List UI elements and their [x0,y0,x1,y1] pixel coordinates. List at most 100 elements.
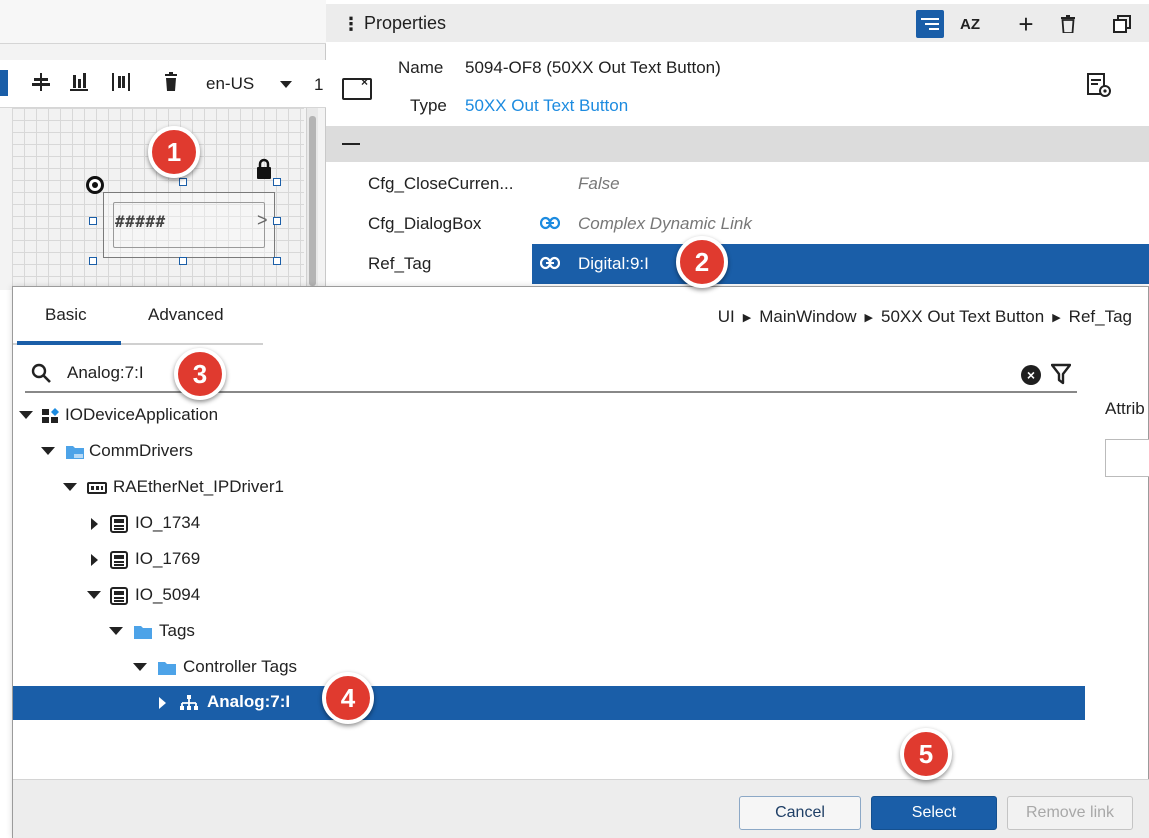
resize-handle[interactable] [179,178,187,186]
canvas-scrollbar[interactable] [306,108,318,290]
align-center-horizontal-icon[interactable] [30,71,52,93]
type-label: Type [410,96,447,115]
text-button-type-icon [342,75,372,100]
tree-node[interactable]: IODeviceApplication [13,399,1085,433]
filter-properties-button[interactable] [916,10,944,38]
collapse-icon[interactable] [342,143,360,145]
canvas-toolbar: en-US 1 [0,60,326,108]
tree-node[interactable]: Controller Tags [13,651,1085,685]
tree-node-selected[interactable]: Analog:7:I [13,686,1085,720]
add-button[interactable]: + [1012,8,1040,39]
device-icon [110,551,128,569]
chevron-down-icon [280,81,292,88]
resize-handle[interactable] [273,257,281,265]
breadcrumb-item[interactable]: Ref_Tag [1069,307,1132,327]
clear-search-icon[interactable]: × [1021,365,1041,385]
name-value[interactable]: 5094-OF8 (50XX Out Text Button) [465,58,721,78]
resize-handle[interactable] [179,257,187,265]
tab-advanced[interactable]: Advanced [148,305,224,325]
tree-node[interactable]: IO_1769 [13,543,1085,577]
expanded-caret-icon[interactable] [19,411,33,419]
attributes-input[interactable] [1105,439,1149,477]
callout-badge-1: 1 [148,126,200,178]
language-select-value: en-US [206,74,255,93]
resize-handle[interactable] [89,257,97,265]
toolbar-accent [0,70,8,96]
type-link[interactable]: 50XX Out Text Button [465,96,628,116]
tree-node-label: Tags [159,621,195,640]
delete-button[interactable] [1054,10,1082,38]
callout-badge-4: 4 [322,672,374,724]
sort-az-icon: AZ [960,15,980,33]
attributes-label: Attrib [1105,399,1145,418]
collapsed-caret-icon[interactable] [91,554,98,566]
collapsed-caret-icon[interactable] [91,518,98,530]
link-icon [540,216,560,230]
breadcrumb-item[interactable]: UI [718,307,735,327]
property-value[interactable]: Digital:9:I [578,254,649,274]
property-name: Cfg_CloseCurren... [368,174,514,193]
tree-node-label: IO_1734 [135,513,201,532]
section-collapse-bar[interactable] [326,126,1149,162]
expanded-caret-icon[interactable] [133,663,147,671]
callout-badge-5: 5 [900,728,952,780]
expanded-caret-icon[interactable] [109,627,123,635]
search-input[interactable]: Analog:7:I [67,363,144,383]
property-value[interactable]: False [578,174,620,194]
copy-window-icon [1113,15,1131,33]
expanded-caret-icon[interactable] [63,483,77,491]
breadcrumb-item[interactable]: 50XX Out Text Button [881,307,1044,327]
breadcrumb-separator-icon: ▶ [1052,311,1061,324]
folder-icon [158,662,176,675]
property-row-selected[interactable]: Ref_Tag Digital:9:I [326,244,1149,284]
properties-title: Properties [364,13,447,33]
align-bottom-icon[interactable] [68,71,90,93]
language-select[interactable]: en-US [198,67,298,101]
widget-placeholder-text: ##### [115,212,166,231]
property-value[interactable]: Complex Dynamic Link [578,214,752,234]
resize-handle[interactable] [273,217,281,225]
tree-node[interactable]: Tags [13,615,1085,649]
breadcrumb: UI ▶ MainWindow ▶ 50XX Out Text Button ▶… [718,307,1132,327]
select-button[interactable]: Select [871,796,997,830]
tree-node-label: IODeviceApplication [65,405,219,424]
lock-icon [257,158,271,179]
text-button-widget[interactable]: ##### > [95,182,278,262]
sort-az-button[interactable]: AZ [956,10,984,38]
kebab-menu-icon[interactable]: ⋮ [342,14,360,35]
property-name: Ref_Tag [368,254,432,273]
property-name: Cfg_DialogBox [368,214,482,233]
expanded-caret-icon[interactable] [87,591,101,599]
folder-icon [66,446,84,459]
property-row[interactable]: Cfg_CloseCurren... False [326,164,1149,204]
dialog-tabs: Basic Advanced [13,287,263,345]
remove-link-button[interactable]: Remove link [1007,796,1133,830]
filter-icon[interactable] [1051,363,1071,385]
collapsed-caret-icon[interactable] [159,697,166,709]
property-row[interactable]: Cfg_DialogBox Complex Dynamic Link [326,204,1149,244]
device-icon [110,515,128,533]
resize-handle[interactable] [273,178,281,186]
document-settings-icon[interactable] [1086,72,1112,98]
tree-node[interactable]: RAEtherNet_IPDriver1 [13,471,1085,505]
tree-node[interactable]: IO_5094 [13,579,1085,613]
breadcrumb-item[interactable]: MainWindow [759,307,856,327]
cancel-button[interactable]: Cancel [739,796,861,830]
tab-basic[interactable]: Basic [45,305,87,325]
dialog-footer: Cancel Select Remove link [13,779,1149,838]
tag-tree: IODeviceApplication CommDrivers RAEtherN… [13,399,1085,779]
expanded-caret-icon[interactable] [41,447,55,455]
plus-icon: + [1018,8,1034,39]
resize-handle[interactable] [89,217,97,225]
tree-node-label: Analog:7:I [207,692,291,711]
tree-node[interactable]: CommDrivers [13,435,1085,469]
trash-icon[interactable] [160,71,182,93]
tree-node[interactable]: IO_1734 [13,507,1085,541]
copy-window-button[interactable] [1108,10,1136,38]
properties-header: ⋮ Properties AZ + [326,4,1149,42]
folder-icon [134,626,152,639]
distribute-horizontal-icon[interactable] [110,71,132,93]
trash-icon [1061,15,1075,33]
device-icon [110,587,128,605]
scrollbar-thumb[interactable] [309,116,316,286]
